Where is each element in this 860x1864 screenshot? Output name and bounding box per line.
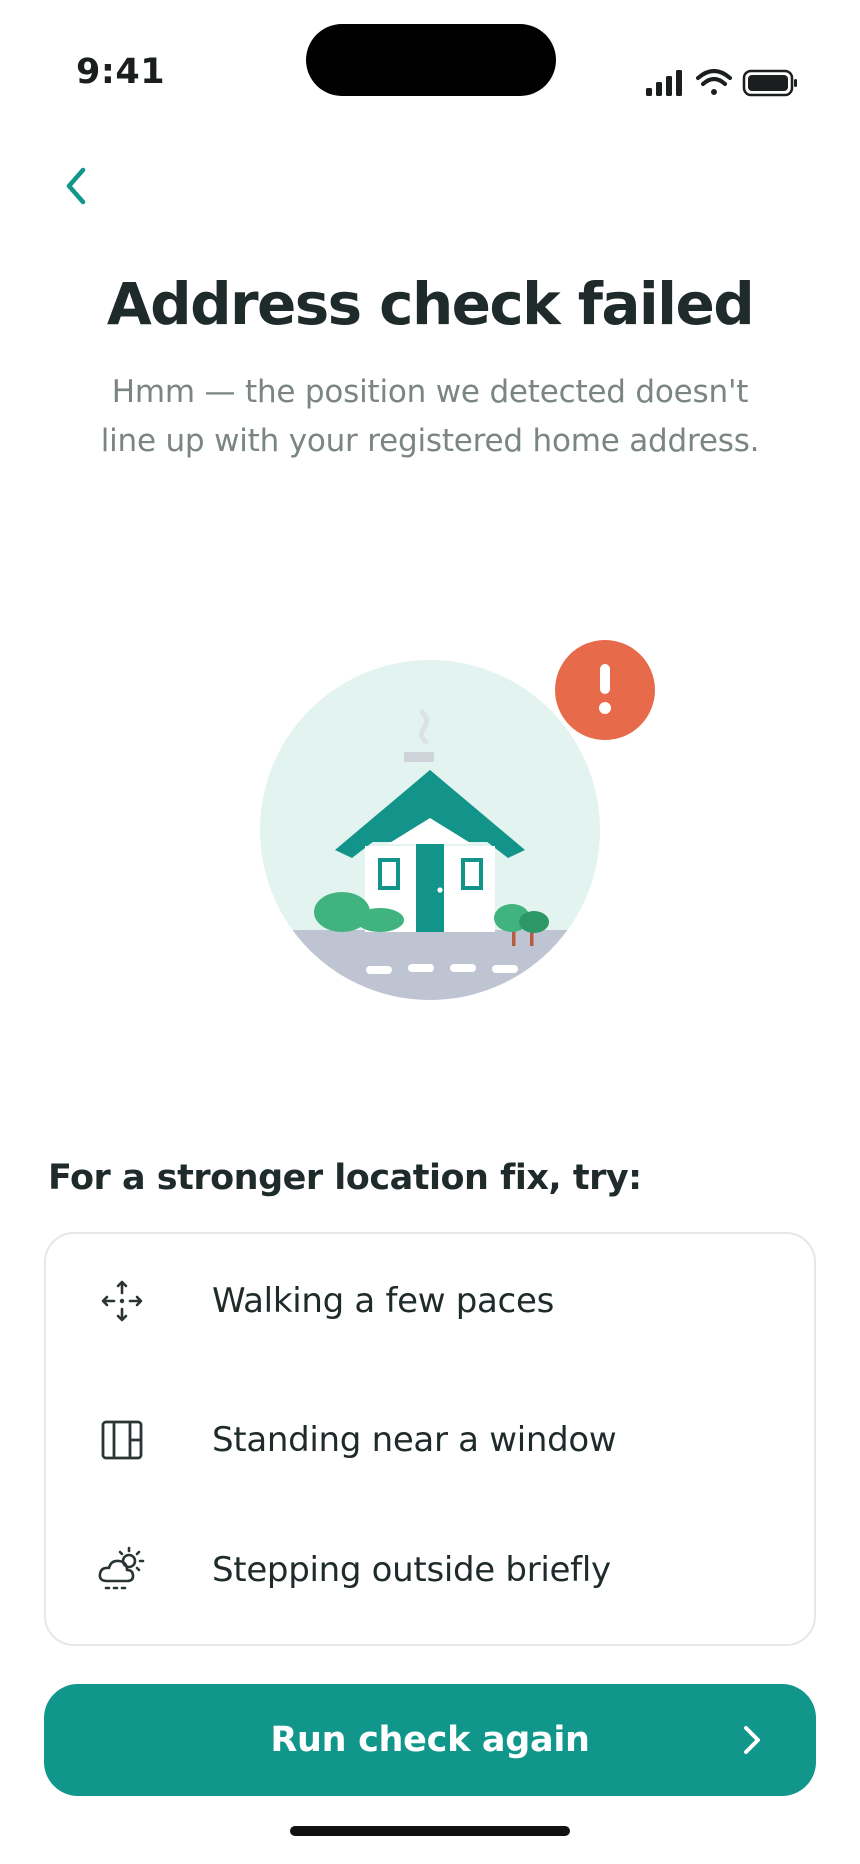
tip-item-window: Standing near a window [46,1375,814,1505]
window-icon [92,1410,152,1470]
alert-badge [555,640,655,740]
tip-item-walk: Walking a few paces [46,1236,814,1366]
partly-cloudy-icon [92,1540,152,1600]
status-icons [646,69,797,97]
tip-label: Stepping outside briefly [212,1550,611,1590]
back-button[interactable] [48,158,104,214]
chevron-left-icon [66,167,86,205]
status-time: 9:41 [76,52,166,92]
page-title: Address check failed [106,270,755,338]
tips-card: Walking a few paces Standing near a wind… [44,1232,816,1646]
dynamic-island [306,24,556,96]
wifi-icon [696,69,732,95]
page-subtitle: Hmm — the position we detected doesn't l… [100,374,760,459]
tip-label: Standing near a window [212,1420,617,1460]
tip-label: Walking a few paces [212,1281,554,1321]
run-check-again-button[interactable]: Run check again [44,1684,816,1796]
house-illustration [260,640,655,1000]
home-indicator [290,1826,570,1836]
battery-icon [742,69,797,97]
tip-item-outside: Stepping outside briefly [46,1505,814,1635]
tips-heading: For a stronger location fix, try: [48,1158,642,1198]
cellular-signal-icon [646,70,682,96]
run-check-again-label: Run check again [270,1720,590,1760]
move-arrows-icon [92,1271,152,1331]
chevron-right-icon [744,1726,760,1754]
